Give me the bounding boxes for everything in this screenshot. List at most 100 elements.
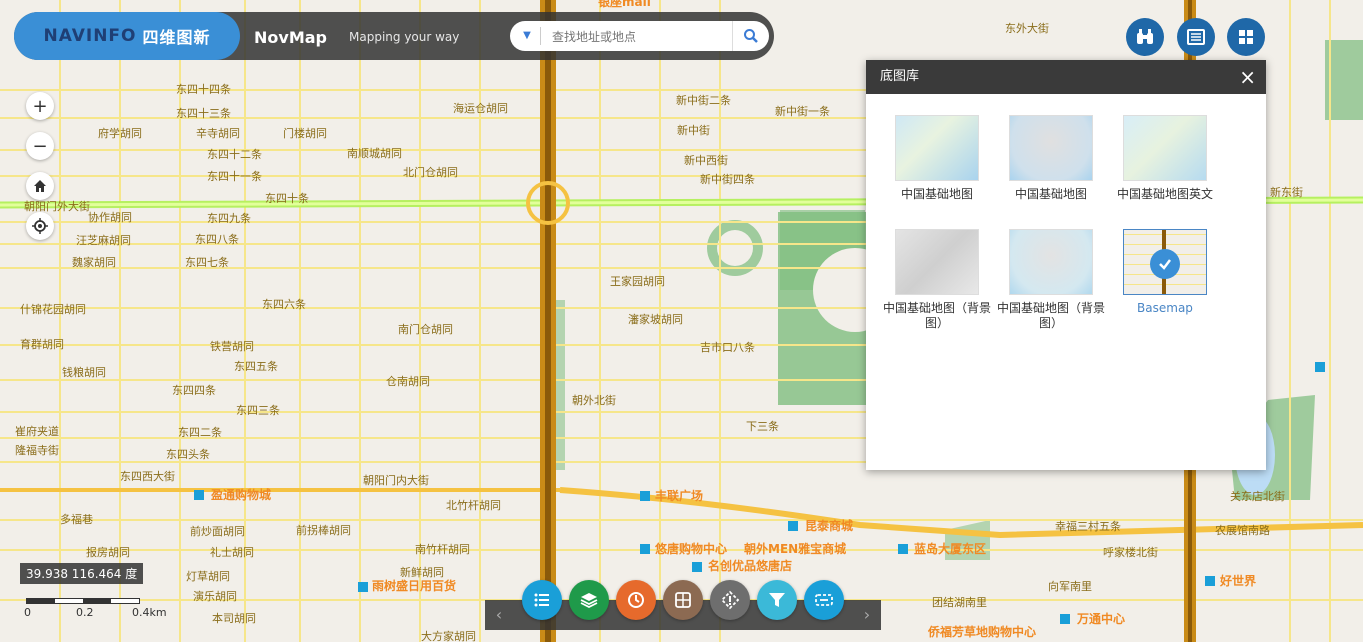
street-label: 铁营胡同 [210,339,254,353]
zoom-out-button[interactable]: − [26,132,54,160]
basemap-thumbnail [1123,229,1207,295]
basemap-thumbnail [1123,115,1207,181]
search-button[interactable] [732,21,769,51]
street-label: 礼士胡同 [210,545,254,559]
street-label: 东四八条 [195,232,239,246]
alert-button[interactable] [710,580,750,620]
home-button[interactable] [26,172,54,200]
basemap-item[interactable]: 中国基础地图 [880,115,994,202]
basemap-item[interactable]: 中国基础地图 [994,115,1108,202]
poi-label[interactable]: 侨福芳草地购物中心 [927,624,1036,639]
street-label: 向军南里 [1048,579,1092,593]
street-label: 新中街四条 [700,172,755,186]
street-label: 王家园胡同 [610,274,665,288]
poi-label[interactable]: 蓝岛大厦东区 [914,541,986,556]
basemap-caption: 中国基础地图 [1014,187,1087,201]
street-label: 呼家楼北街 [1103,545,1158,559]
poi-label[interactable]: 盈通购物城 [210,487,271,502]
grid-icon [675,592,691,608]
layers-icon [580,593,598,609]
panel-title: 底图库 [880,69,920,84]
poi-label[interactable]: 朝外MEN雅宝商城 [744,541,846,556]
poi-label[interactable]: 悠唐购物中心 [654,541,727,556]
binoculars-button[interactable] [1126,18,1164,56]
list-icon [1187,29,1205,45]
home-icon [34,180,46,192]
grid-icon [1239,30,1253,44]
street-label: 东四七条 [185,255,229,269]
basemap-caption: 中国基础地图（背景图） [996,301,1105,330]
basemap-caption: 中国基础地图英文 [1116,187,1213,201]
street-label: 隆福寺街 [15,443,59,457]
search-input[interactable] [550,26,734,48]
street-label: 多福巷 [60,512,93,526]
shop-icon [692,562,702,572]
basemap-item[interactable]: 中国基础地图（背景图） [994,229,1108,331]
poi-label[interactable]: 昆泰商城 [805,518,853,533]
poi-label[interactable]: 万通中心 [1076,611,1125,626]
street-label: 仓南胡同 [386,374,430,388]
street-label: 协作胡同 [88,210,132,224]
street-label: 灯草胡同 [186,569,230,583]
basemap-thumbnail [895,115,979,181]
close-icon[interactable]: × [1239,60,1256,94]
street-label: 魏家胡同 [72,255,116,269]
poi-label[interactable]: 丰联广场 [655,488,703,503]
zoom-in-button[interactable]: + [26,92,54,120]
locate-button[interactable] [26,212,54,240]
panel-header: 底图库 × [866,60,1266,94]
street-label: 东四三条 [236,403,280,417]
coordinate-readout: 39.938 116.464 度 [20,563,144,584]
binoculars-icon [1137,29,1153,44]
street-label: 新中街二条 [676,93,731,107]
street-label: 东外大街 [1005,21,1049,35]
street-label: 报房胡同 [86,545,130,559]
history-icon [628,592,644,608]
filter-icon [769,593,785,607]
street-label: 朝阳门内大街 [363,473,429,487]
street-label: 瀋家坡胡同 [628,312,683,326]
toc-button[interactable] [522,580,562,620]
poi-label[interactable]: 银座mall [598,0,651,9]
poi-label[interactable]: 好世界 [1219,573,1256,588]
poi-label[interactable]: 雨树盛日用百货 [372,578,456,593]
scale-bar: 0 0.2 0.4km [22,594,192,624]
street-label: 府学胡同 [98,126,142,140]
poi-label[interactable]: 名创优品悠唐店 [708,558,792,573]
street-label: 关东店北街 [1230,489,1285,503]
navinfo-logo: NAVINFO 四维图新 [14,12,240,60]
street-label: 育群胡同 [20,337,64,351]
basemap-gallery-button[interactable] [1227,18,1265,56]
history-button[interactable] [616,580,656,620]
street-label: 钱粮胡同 [62,365,106,379]
street-label: 东四四条 [172,383,216,397]
locate-icon [32,218,48,234]
filter-button[interactable] [757,580,797,620]
list-button[interactable] [1177,18,1215,56]
basemap-item[interactable]: 中国基础地图英文 [1108,115,1222,202]
shop-icon [788,521,798,531]
grid-tool-button[interactable] [663,580,703,620]
search-type-dropdown[interactable]: ▼ [518,29,536,43]
route-button[interactable] [804,580,844,620]
basemap-caption: 中国基础地图 [900,187,973,201]
basemap-item[interactable]: 中国基础地图（背景图） [880,229,994,331]
street-label: 农展馆南路 [1215,523,1270,537]
basemap-item-selected[interactable]: Basemap [1108,229,1222,316]
street-label: 东四西大街 [120,469,175,483]
street-label: 东四九条 [207,211,251,225]
app-title: NovMap [254,28,327,47]
shop-icon [358,582,368,592]
street-label: 前炒面胡同 [190,524,245,538]
toolbar-next-button[interactable]: › [853,600,881,630]
app-tagline: Mapping your way [349,30,460,44]
toolbar-prev-button[interactable]: ‹ [485,600,513,630]
warning-icon [720,590,740,610]
basemap-thumbnail [1009,229,1093,295]
street-label: 南顺城胡同 [347,146,402,160]
scale-label: 0.2 [76,606,94,619]
basemap-caption: Basemap [1137,301,1193,315]
street-label: 南门仓胡同 [398,322,453,336]
layers-button[interactable] [569,580,609,620]
street-label: 辛寺胡同 [196,126,240,140]
